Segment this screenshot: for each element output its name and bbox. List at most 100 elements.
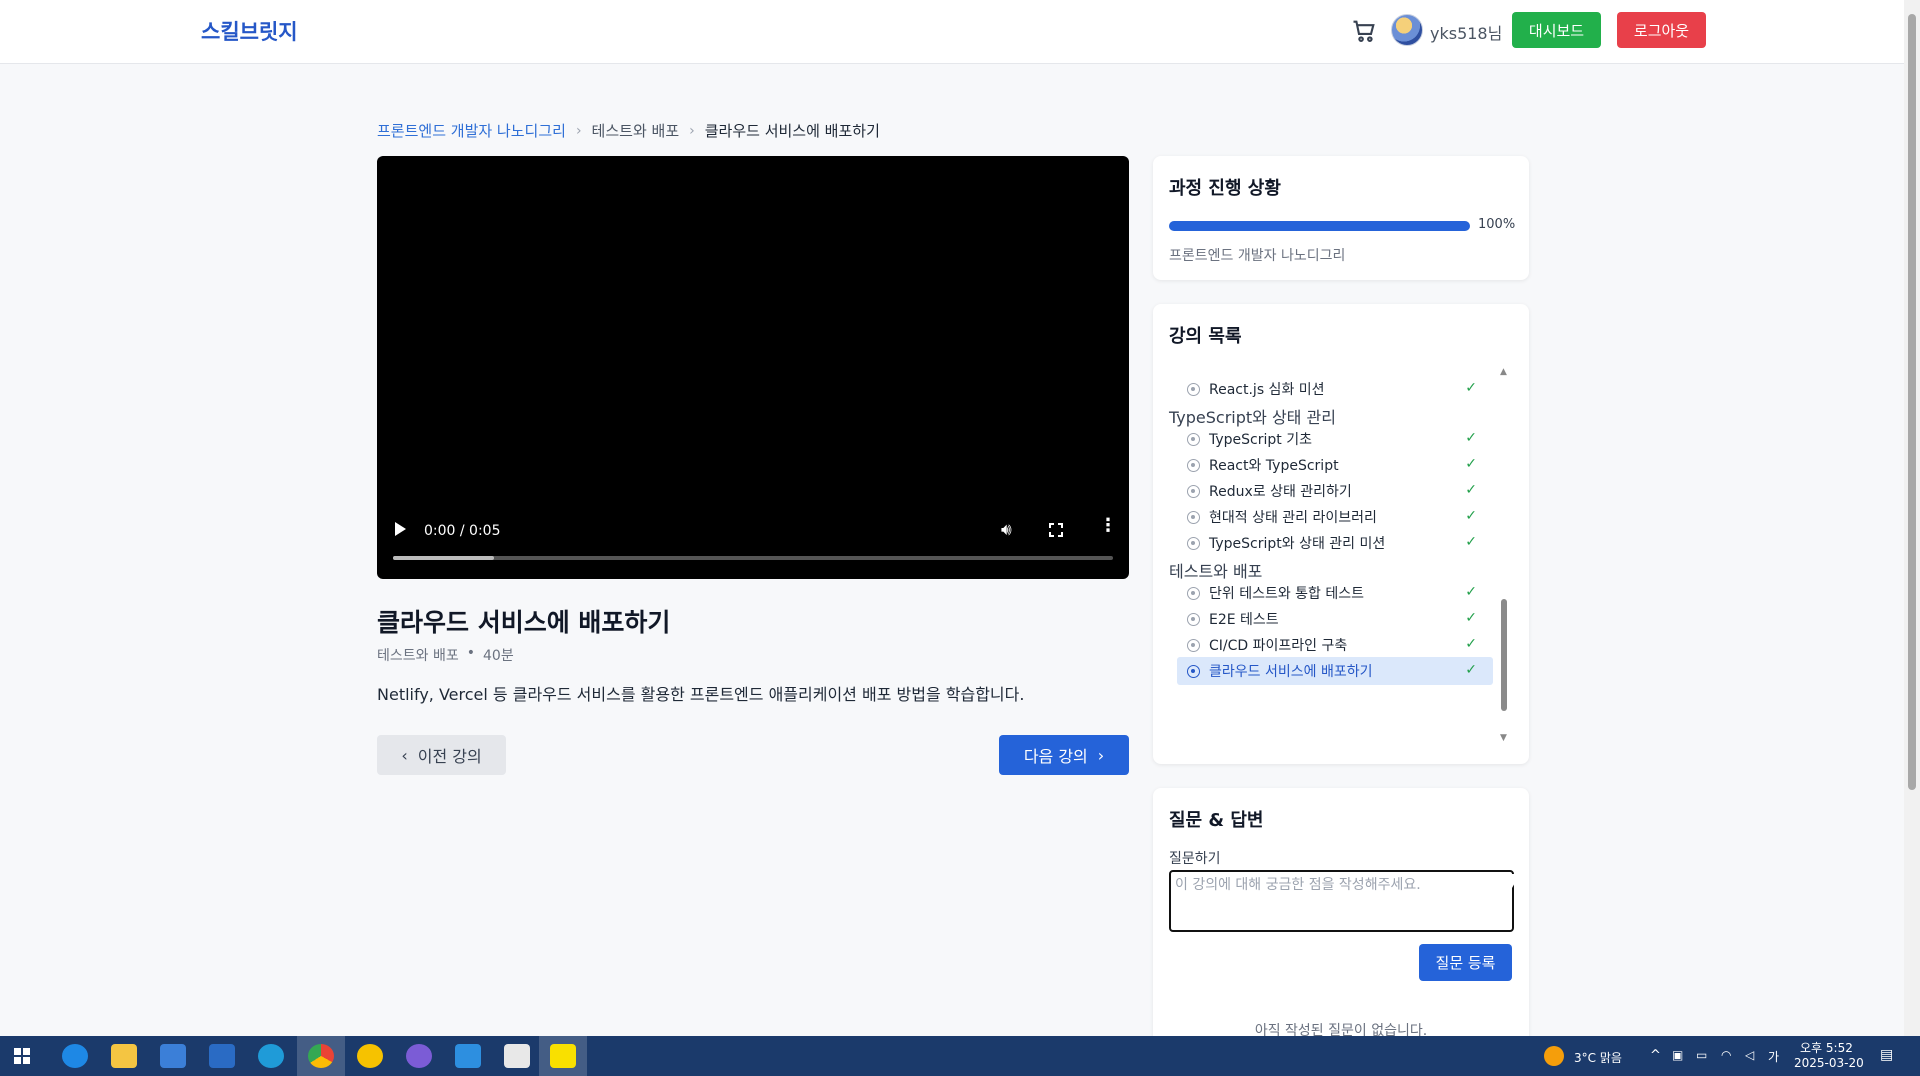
qa-title: 질문 & 답변: [1169, 810, 1264, 831]
meta-separator: •: [466, 645, 475, 661]
taskbar-time[interactable]: 오후 5:52: [1800, 1039, 1853, 1056]
lecture-list-item[interactable]: E2E 테스트 ✓: [1177, 605, 1493, 633]
more-options-icon[interactable]: ⋮: [1099, 517, 1117, 535]
chat-app-icon[interactable]: [406, 1044, 432, 1068]
video-buffer-bar: [393, 556, 494, 560]
play-circle-icon: [1187, 458, 1200, 472]
weather-icon[interactable]: [1544, 1046, 1564, 1066]
chevron-left-icon: ‹: [401, 745, 408, 765]
check-icon: ✓: [1465, 456, 1477, 472]
lecture-list-item[interactable]: TypeScript 기초 ✓: [1177, 425, 1493, 453]
avatar[interactable]: [1391, 14, 1423, 46]
notification-icon[interactable]: ▤: [1880, 1047, 1893, 1063]
qa-card: 질문 & 답변 질문하기 질문 등록 아직 작성된 질문이 없습니다.: [1153, 788, 1529, 1048]
lecture-list-item[interactable]: 클라우드 서비스에 배포하기 ✓: [1177, 657, 1493, 685]
check-icon: ✓: [1465, 662, 1477, 678]
lecture-title: 클라우드 서비스에 배포하기: [377, 608, 671, 637]
next-lecture-button[interactable]: 다음 강의 ›: [999, 735, 1129, 775]
lecture-list-item[interactable]: React.js 심화 미션 ✓: [1177, 375, 1493, 403]
volume-icon[interactable]: 🔊︎: [1001, 520, 1012, 540]
play-circle-icon: [1187, 612, 1200, 626]
taskbar-date[interactable]: 2025-03-20: [1794, 1056, 1864, 1070]
lecture-item-label: React.js 심화 미션: [1209, 382, 1325, 398]
video-player[interactable]: 0:00 / 0:05 🔊︎ ⋮: [377, 156, 1129, 579]
lecture-list-scroll-thumb[interactable]: [1501, 599, 1507, 711]
mail-icon[interactable]: [209, 1044, 235, 1068]
page-scrollbar-thumb[interactable]: [1908, 14, 1916, 790]
lecture-list-item[interactable]: 단위 테스트와 통합 테스트 ✓: [1177, 579, 1493, 607]
kakaotalk-icon[interactable]: [550, 1044, 576, 1068]
video-time: 0:00 / 0:05: [424, 523, 501, 539]
store-icon[interactable]: [160, 1044, 186, 1068]
play-circle-icon: [1187, 638, 1200, 652]
check-icon: ✓: [1465, 636, 1477, 652]
office-app-icon[interactable]: [504, 1044, 530, 1068]
lecture-meta: 테스트와 배포 • 40분: [377, 645, 514, 665]
edge-icon[interactable]: [62, 1044, 88, 1068]
page-scrollbar[interactable]: [1904, 0, 1920, 1036]
lecture-list-item[interactable]: Redux로 상태 관리하기 ✓: [1177, 477, 1493, 505]
lecture-description: Netlify, Vercel 등 클라우드 서비스를 활용한 프론트엔드 애플…: [377, 685, 1025, 704]
tray-chevron-up-icon[interactable]: ^: [1650, 1048, 1661, 1063]
battery-icon[interactable]: ▭: [1696, 1048, 1707, 1062]
file-explorer-icon[interactable]: [111, 1044, 137, 1068]
chevron-right-icon: ›: [1097, 745, 1105, 765]
check-icon: ✓: [1465, 482, 1477, 498]
wifi-icon[interactable]: ◠: [1721, 1048, 1731, 1062]
progress-card: 과정 진행 상황 100% 프론트엔드 개발자 나노디그리: [1153, 156, 1529, 280]
speaker-icon[interactable]: ◁: [1745, 1048, 1754, 1062]
lecture-list-card: 강의 목록 React.js 심화 미션 ✓ TypeScript와 상태 관리 Ty…: [1153, 304, 1529, 764]
lecture-duration: 40분: [483, 648, 514, 664]
play-circle-icon: [1187, 382, 1200, 396]
play-circle-icon: [1187, 664, 1200, 678]
lecture-section: 테스트와 배포: [377, 648, 459, 664]
lecture-item-label: 현대적 상태 관리 라이브러리: [1209, 510, 1377, 526]
check-icon: ✓: [1465, 584, 1477, 600]
cart-icon[interactable]: [1350, 17, 1378, 45]
fullscreen-icon[interactable]: [1049, 523, 1063, 537]
question-input[interactable]: [1169, 870, 1514, 932]
play-circle-icon: [1187, 432, 1200, 446]
play-circle-icon: [1187, 586, 1200, 600]
check-icon: ✓: [1465, 610, 1477, 626]
lecture-item-label: E2E 테스트: [1209, 612, 1279, 628]
progress-bar: [1169, 221, 1470, 231]
site-logo[interactable]: 스킬브릿지: [201, 16, 298, 46]
play-icon[interactable]: [395, 522, 406, 536]
media-player-icon[interactable]: [357, 1044, 383, 1068]
internet-explorer-icon[interactable]: [258, 1044, 284, 1068]
tray-app-icon[interactable]: ▣: [1672, 1048, 1683, 1062]
breadcrumb: 프론트엔드 개발자 나노디그리 › 테스트와 배포 › 클라우드 서비스에 배포…: [377, 120, 880, 141]
progress-fill: [1169, 221, 1470, 231]
qa-label: 질문하기: [1169, 851, 1221, 867]
breadcrumb-current: 클라우드 서비스에 배포하기: [704, 122, 880, 140]
dashboard-button[interactable]: 대시보드: [1512, 12, 1601, 48]
lecture-list-item[interactable]: React와 TypeScript ✓: [1177, 451, 1493, 479]
video-seek-bar[interactable]: [393, 556, 1113, 560]
vscode-icon[interactable]: [455, 1044, 481, 1068]
scroll-up-icon[interactable]: ▲: [1500, 367, 1507, 377]
weather-text[interactable]: 3°C 맑음: [1574, 1049, 1622, 1066]
prev-lecture-button[interactable]: ‹ 이전 강의: [377, 735, 506, 775]
progress-course-name: 프론트엔드 개발자 나노디그리: [1169, 248, 1346, 264]
scroll-down-icon[interactable]: ▼: [1500, 733, 1507, 743]
chevron-right-icon: ›: [575, 122, 582, 139]
windows-start-icon[interactable]: [14, 1048, 30, 1064]
lecture-list[interactable]: React.js 심화 미션 ✓ TypeScript와 상태 관리 TypeScri…: [1153, 368, 1513, 748]
check-icon: ✓: [1465, 430, 1477, 446]
lecture-list-item[interactable]: TypeScript와 상태 관리 미션 ✓: [1177, 529, 1493, 557]
chrome-icon[interactable]: [308, 1044, 334, 1068]
logout-button[interactable]: 로그아웃: [1617, 12, 1706, 48]
lecture-list-scrollbar[interactable]: ▲ ▼: [1497, 367, 1511, 745]
lecture-list-item[interactable]: CI/CD 파이프라인 구축 ✓: [1177, 631, 1493, 659]
lecture-item-label: 클라우드 서비스에 배포하기: [1209, 664, 1373, 680]
top-header: 스킬브릿지 yks518님 대시보드 로그아웃: [0, 0, 1904, 64]
lecture-item-label: TypeScript와 상태 관리 미션: [1209, 536, 1386, 552]
breadcrumb-course-link[interactable]: 프론트엔드 개발자 나노디그리: [377, 120, 566, 141]
prev-lecture-label: 이전 강의: [417, 747, 482, 766]
breadcrumb-section[interactable]: 테스트와 배포: [592, 120, 680, 141]
lecture-list-item[interactable]: 현대적 상태 관리 라이브러리 ✓: [1177, 503, 1493, 531]
submit-question-button[interactable]: 질문 등록: [1419, 944, 1512, 981]
ime-indicator[interactable]: 가: [1768, 1048, 1779, 1065]
progress-title: 과정 진행 상황: [1169, 178, 1281, 199]
